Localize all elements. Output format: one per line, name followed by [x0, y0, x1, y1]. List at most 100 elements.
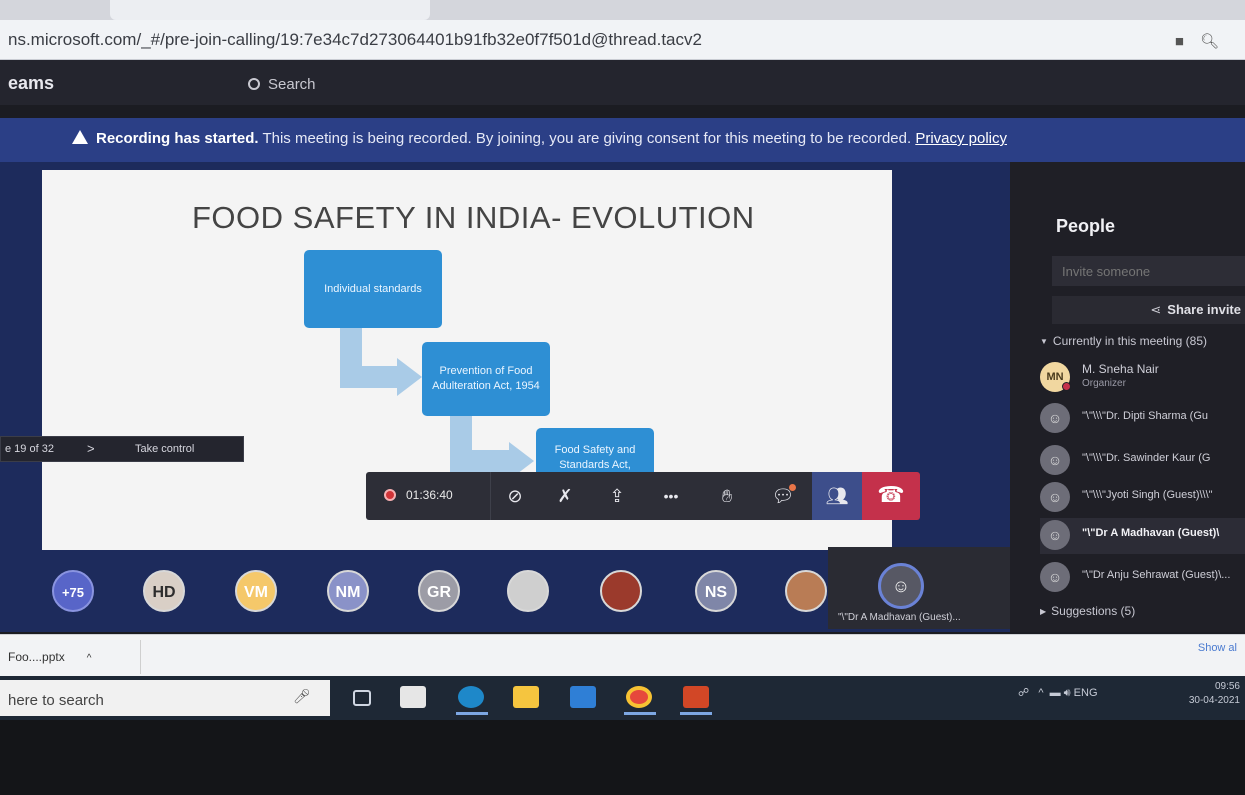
- warning-icon: [72, 130, 88, 144]
- system-tray[interactable]: ☍ ^ ▬ 🔊︎ ENG: [1018, 686, 1098, 700]
- people-tray-icon[interactable]: ☍: [1018, 687, 1029, 699]
- show-all-downloads-link[interactable]: Show al: [1198, 642, 1237, 654]
- language-indicator[interactable]: ENG: [1074, 687, 1098, 699]
- download-item[interactable]: Foo....pptx ^: [8, 650, 91, 664]
- search-input[interactable]: Search: [248, 76, 578, 100]
- people-button[interactable]: 👥︎: [812, 472, 862, 520]
- recording-started-label: Recording has started.: [96, 130, 259, 147]
- suggestions-label: Suggestions (5): [1051, 604, 1136, 618]
- person-icon: ☺: [878, 563, 924, 609]
- monitor-bezel: [0, 720, 1245, 795]
- participant-name: "\"\\\"Dr. Dipti Sharma (Gu: [1082, 410, 1209, 422]
- browser-tab[interactable]: [110, 0, 430, 20]
- participant-name: "\"\\\"Jyoti Singh (Guest)\\\": [1082, 489, 1213, 501]
- edge-browser-icon[interactable]: [458, 686, 484, 708]
- participant-row[interactable]: ☺ "\"\\\"Dr. Sawinder Kaur (G: [1040, 443, 1245, 479]
- downloads-bar: [0, 634, 1245, 676]
- task-view-icon[interactable]: [353, 690, 371, 706]
- participant-photo-avatar[interactable]: [600, 570, 642, 612]
- slide-title: FOOD SAFETY IN INDIA- EVOLUTION: [192, 200, 755, 235]
- search-placeholder: Search: [268, 76, 316, 93]
- flow-arrow-2-horizontal: [450, 450, 512, 472]
- person-icon: ☺: [1040, 403, 1070, 433]
- chat-icon[interactable]: 💬︎: [768, 482, 798, 510]
- battery-icon[interactable]: ▬: [1050, 687, 1061, 699]
- current-participants-label: Currently in this meeting (85): [1052, 334, 1207, 348]
- participant-row-highlighted[interactable]: ☺ "\"Dr A Madhavan (Guest)\: [1040, 518, 1245, 554]
- call-control-bar: 01:36:40 ⊘ ✗ ⇪ ••• ✋︎ 💬︎ 👥︎ ☎︎: [366, 472, 920, 520]
- people-icon: 👥︎: [825, 486, 849, 506]
- share-screen-icon[interactable]: ⇪: [602, 482, 632, 510]
- teams-header: [0, 60, 1245, 105]
- participant-avatar[interactable]: HD: [143, 570, 185, 612]
- call-bar-divider: [490, 472, 491, 520]
- flow-arrow-1-horizontal: [340, 366, 400, 388]
- microphone-icon[interactable]: 🎤︎: [293, 688, 311, 705]
- person-icon: ☺: [1040, 445, 1070, 475]
- participant-row[interactable]: ☺ "\"\\\"Jyoti Singh (Guest)\\\": [1040, 480, 1245, 516]
- clock-time: 09:56: [1214, 681, 1240, 692]
- taskbar-active-indicator: [680, 712, 712, 715]
- next-slide-button[interactable]: >: [87, 441, 95, 456]
- mic-off-icon[interactable]: ✗: [550, 482, 580, 510]
- hang-up-button[interactable]: ☎︎: [862, 472, 920, 520]
- browser-tab-strip: [0, 0, 1245, 20]
- more-icon[interactable]: •••: [656, 482, 686, 510]
- participant-photo-avatar[interactable]: [507, 570, 549, 612]
- screen: ns.microsoft.com/_#/pre-join-calling/19:…: [0, 0, 1245, 795]
- participant-avatar[interactable]: GR: [418, 570, 460, 612]
- flow-box-individual-standards: Individual standards: [304, 250, 442, 328]
- clock-date: 30-04-2021: [1188, 695, 1240, 706]
- taskbar-clock[interactable]: 09:56 30-04-2021: [1170, 680, 1240, 708]
- camera-icon[interactable]: ■: [1175, 33, 1200, 50]
- participant-row[interactable]: ☺ "\"Dr Anju Sehrawat (Guest)\...: [1040, 560, 1245, 596]
- participant-avatar[interactable]: NS: [695, 570, 737, 612]
- powerpoint-icon[interactable]: [683, 686, 709, 708]
- chevron-up-icon[interactable]: ^: [87, 653, 92, 664]
- share-invite-label: Share invite: [1167, 302, 1241, 317]
- recording-consent-message: This meeting is being recorded. By joini…: [258, 130, 916, 147]
- chevron-up-icon[interactable]: ^: [1038, 687, 1043, 699]
- chrome-icon[interactable]: [626, 686, 652, 708]
- store-icon[interactable]: [400, 686, 426, 708]
- address-bar-icons: ■🔍︎: [1175, 32, 1235, 50]
- participant-name: "\"Dr Anju Sehrawat (Guest)\...: [1082, 569, 1231, 581]
- recording-banner-text: Recording has started. This meeting is b…: [72, 130, 1007, 147]
- privacy-policy-link[interactable]: Privacy policy: [915, 130, 1007, 147]
- chevron-right-icon: ▶: [1040, 607, 1047, 616]
- call-duration: 01:36:40: [406, 488, 453, 502]
- mail-icon[interactable]: [570, 686, 596, 708]
- flow-box-pfa-act: Prevention of Food Adulteration Act, 195…: [422, 342, 550, 416]
- share-icon: ⋖: [1150, 302, 1162, 317]
- download-filename: Foo....pptx: [8, 650, 65, 664]
- participant-name: M. Sneha Nair: [1082, 362, 1159, 376]
- suggestions-header[interactable]: ▶ Suggestions (5): [1040, 604, 1135, 618]
- chat-notification-dot: [789, 484, 796, 491]
- recording-dot-icon: [384, 489, 396, 501]
- zoom-icon[interactable]: 🔍︎: [1200, 33, 1235, 50]
- presence-dot: [1062, 382, 1071, 391]
- camera-off-icon[interactable]: ⊘: [500, 482, 530, 510]
- active-speaker-name: "\"Dr A Madhavan (Guest)...: [838, 612, 961, 623]
- share-invite-button[interactable]: ⋖ Share invite: [1052, 296, 1245, 324]
- person-icon: ☺: [1040, 562, 1070, 592]
- url-text[interactable]: ns.microsoft.com/_#/pre-join-calling/19:…: [8, 30, 702, 50]
- participant-row[interactable]: ☺ "\"\\\"Dr. Dipti Sharma (Gu: [1040, 401, 1245, 437]
- participant-avatar[interactable]: NM: [327, 570, 369, 612]
- participant-avatar[interactable]: VM: [235, 570, 277, 612]
- invite-someone-input[interactable]: [1052, 256, 1245, 286]
- raise-hand-icon[interactable]: ✋︎: [712, 482, 742, 510]
- taskbar-active-indicator: [624, 712, 656, 715]
- file-explorer-icon[interactable]: [513, 686, 539, 708]
- volume-icon[interactable]: 🔊︎: [1064, 687, 1071, 699]
- chevron-down-icon: ▼: [1040, 337, 1048, 346]
- take-control-button[interactable]: Take control: [135, 443, 194, 455]
- participant-name: "\"\\\"Dr. Sawinder Kaur (G: [1082, 452, 1211, 464]
- participant-row-organizer[interactable]: MN M. Sneha Nair Organizer: [1040, 360, 1245, 396]
- slide-page-counter: e 19 of 32: [5, 443, 54, 455]
- participant-name: "\"Dr A Madhavan (Guest)\: [1082, 527, 1220, 539]
- taskbar-search-placeholder: here to search: [8, 692, 104, 709]
- more-participants-badge[interactable]: +75: [52, 570, 94, 612]
- current-participants-header[interactable]: ▼ Currently in this meeting (85): [1040, 334, 1207, 348]
- participant-photo-avatar[interactable]: [785, 570, 827, 612]
